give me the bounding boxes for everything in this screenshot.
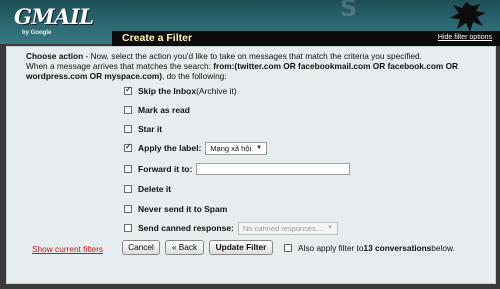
intro-text: Choose action - Now, select the action y…: [26, 51, 486, 81]
chevron-down-icon: ▼: [327, 225, 334, 231]
skip-inbox-label: Skip the Inbox: [138, 86, 197, 96]
mark-read-label: Mark as read: [138, 105, 190, 115]
delete-checkbox[interactable]: [124, 185, 132, 193]
intro-line2b: , do the following:: [162, 71, 227, 81]
action-forward[interactable]: Forward it to:: [124, 162, 351, 176]
canned-response-select[interactable]: No canned responses... ▼: [237, 221, 339, 235]
apply-label-checkbox[interactable]: [124, 142, 132, 152]
intro-lead: Choose action: [26, 51, 84, 61]
never-spam-label: Never send it to Spam: [138, 204, 228, 214]
intro-line2a: When a message arrives that matches the …: [26, 61, 214, 71]
chevron-down-icon: ▼: [256, 145, 263, 151]
canned-select-value: No canned responses...: [242, 223, 323, 233]
star-checkbox[interactable]: [124, 125, 132, 133]
hide-filter-options-link[interactable]: Hide filter options: [438, 34, 492, 41]
label-select-value: Mạng xã hội: [210, 143, 252, 153]
label-select[interactable]: Mạng xã hội ▼: [205, 141, 268, 155]
delete-label: Delete it: [138, 184, 172, 194]
action-never-spam[interactable]: Never send it to Spam: [124, 202, 227, 216]
forward-email-input[interactable]: [196, 163, 351, 175]
star-label: Star it: [138, 124, 163, 134]
header-decoration: S: [340, 0, 358, 22]
show-current-filters-link[interactable]: Show current filters: [32, 244, 103, 254]
bottom-bar: [0, 284, 500, 289]
action-apply-label[interactable]: Apply the label: Mạng xã hội ▼: [124, 141, 268, 155]
skip-inbox-checkbox[interactable]: [124, 85, 132, 95]
action-canned-response[interactable]: Send canned response: No canned response…: [124, 221, 339, 235]
cancel-button[interactable]: Cancel: [122, 240, 160, 255]
action-skip-inbox[interactable]: Skip the Inbox (Archive it): [124, 84, 237, 98]
also-apply-checkbox[interactable]: [284, 244, 292, 252]
mark-read-checkbox[interactable]: [124, 106, 132, 114]
logo-subtitle: by Google: [22, 30, 52, 36]
back-button[interactable]: « Back: [165, 240, 204, 255]
canned-response-label: Send canned response:: [138, 223, 234, 233]
action-mark-read[interactable]: Mark as read: [124, 103, 190, 117]
canned-response-checkbox[interactable]: [124, 224, 132, 232]
page-title: Create a Filter: [122, 32, 193, 44]
forward-checkbox[interactable]: [124, 165, 132, 173]
skip-inbox-sublabel: (Archive it): [196, 86, 237, 96]
conversation-count: 13 conversations: [363, 243, 432, 253]
apply-label-label: Apply the label:: [138, 143, 202, 153]
intro-line1: - Now, select the action you'd like to t…: [83, 51, 422, 61]
update-filter-button[interactable]: Update Filter: [209, 240, 273, 255]
action-delete[interactable]: Delete it: [124, 182, 171, 196]
also-apply-text-a: Also apply filter to: [298, 243, 364, 253]
never-spam-checkbox[interactable]: [124, 205, 132, 213]
gmail-logo[interactable]: GMAIL: [14, 4, 94, 29]
also-apply-text-b: below.: [431, 243, 455, 253]
forward-label: Forward it to:: [138, 164, 193, 174]
also-apply-row[interactable]: Also apply filter to 13 conversations be…: [284, 243, 455, 253]
action-star[interactable]: Star it: [124, 122, 162, 136]
title-bar: Create a Filter Hide filter options: [112, 31, 500, 46]
